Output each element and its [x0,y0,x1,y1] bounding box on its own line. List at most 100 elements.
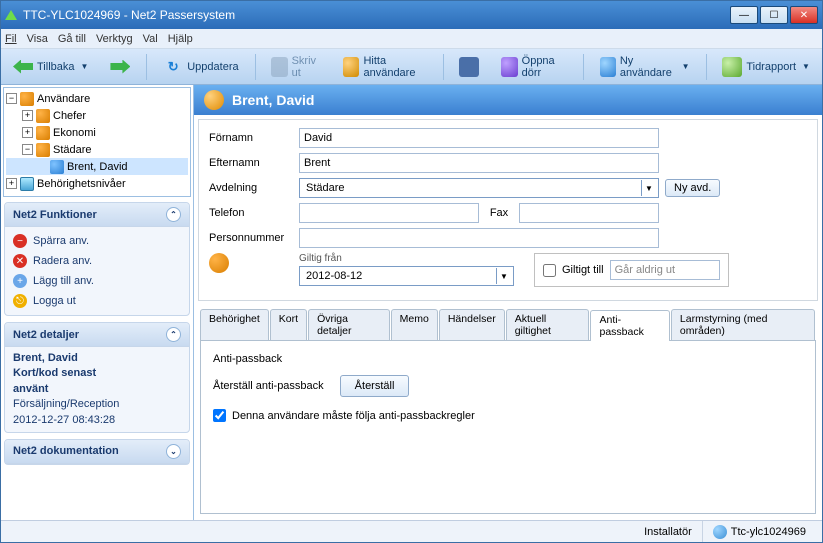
tab-memo[interactable]: Memo [391,309,438,340]
tab-alarm[interactable]: Larmstyrning (med områden) [671,309,815,340]
expand-icon[interactable]: + [6,178,17,189]
menu-tools[interactable]: Verktyg [96,33,133,45]
apb-reset-button[interactable]: Återställ [340,375,410,397]
print-button[interactable]: Skriv ut [265,53,327,81]
validfrom-select[interactable]: 2012-08-12 ▼ [299,266,514,286]
levels-icon [20,177,34,191]
tab-cards[interactable]: Kort [270,309,307,340]
app-icon [5,10,17,20]
collapse-icon[interactable]: − [22,144,33,155]
tree-node-ekonomi[interactable]: + Ekonomi [6,124,188,141]
menu-view[interactable]: Visa [27,33,48,45]
tab-events[interactable]: Händelser [439,309,505,340]
apb-follow-rules-label: Denna användare måste följa anti-passbac… [232,410,475,422]
tab-validity[interactable]: Aktuell giltighet [506,309,590,340]
tab-page-antipassback: Anti-passback Återställ anti-passback Åt… [200,340,816,514]
tree-node-stadare[interactable]: − Städare [6,141,188,158]
opendoor-label: Öppna dörr [522,55,567,79]
apb-heading: Anti-passback [213,353,803,365]
tree-label: Ekonomi [53,127,96,139]
side-title: Net2 Funktioner [13,209,97,221]
tab-antipassback[interactable]: Anti-passback [590,310,669,341]
apb-follow-rules-checkbox[interactable] [213,409,226,422]
back-arrow-icon [13,60,33,74]
validto-checkbox[interactable] [543,264,556,277]
delete-user-action[interactable]: ✕ Radera anv. [13,251,181,271]
expand-icon[interactable]: + [22,127,33,138]
user-form: Förnamn Efternamn Avdelning Städare ▼ Ny… [198,119,818,301]
status-machine: Ttc-ylc1024969 [703,521,816,542]
menu-file[interactable]: Fil [5,33,17,45]
timesheet-button[interactable]: Tidrapport ▼ [716,55,816,79]
validfrom-value: 2012-08-12 [306,270,362,282]
window-title: TTC-YLC1024969 - Net2 Passersystem [23,8,728,22]
menubar: Fil Visa Gå till Verktyg Val Hjälp [1,29,822,49]
refresh-button[interactable]: ↻ Uppdatera [157,55,244,79]
add-user-action[interactable]: +Lägg till anv. [13,271,181,291]
side-functions-header[interactable]: Net2 Funktioner ⌃ [5,203,189,227]
save-button[interactable] [453,55,485,79]
menu-goto[interactable]: Gå till [58,33,86,45]
refresh-icon: ↻ [163,57,183,77]
logout-icon: ⎋ [13,294,27,308]
nav-tree[interactable]: − Användare + Chefer + Ekonomi − [3,87,191,197]
empno-input[interactable] [299,228,659,248]
tab-other[interactable]: Övriga detaljer [308,309,390,340]
phone-input[interactable] [299,203,479,223]
chevron-up-icon[interactable]: ⌃ [166,327,181,342]
firstname-input[interactable] [299,128,659,148]
apb-reset-label: Återställ anti-passback [213,380,324,392]
status-role: Installatör [634,521,703,542]
firstname-label: Förnamn [209,132,299,144]
validfrom-label: Giltig från [299,253,514,264]
group-icon [36,109,50,123]
open-door-button[interactable]: Öppna dörr [495,53,572,81]
tab-access[interactable]: Behörighet [200,309,269,340]
new-dept-button[interactable]: Ny avd. [665,179,720,197]
user-photo-placeholder[interactable] [209,253,229,273]
menu-help[interactable]: Hjälp [168,33,193,45]
chevron-down-icon[interactable]: ⌄ [166,444,181,459]
detail-sub: använt [13,382,181,397]
surname-input[interactable] [299,153,659,173]
tree-node-chefer[interactable]: + Chefer [6,107,188,124]
collapse-icon[interactable]: − [6,93,17,104]
timesheet-label: Tidrapport [746,61,796,73]
tree-label: Brent, David [67,161,128,173]
new-user-button[interactable]: Ny användare ▼ [594,53,696,81]
surname-label: Efternamn [209,157,299,169]
forward-button[interactable] [104,58,136,76]
status-bar: Installatör Ttc-ylc1024969 [1,520,822,542]
main-content: Brent, David Förnamn Efternamn Avdelning… [194,85,822,520]
action-label: Radera anv. [33,255,92,267]
dept-select[interactable]: Städare ▼ [299,178,659,198]
side-details-header[interactable]: Net2 detaljer ⌃ [5,323,189,347]
tree-users-label: Användare [37,93,90,105]
menu-options[interactable]: Val [143,33,158,45]
action-label: Lägg till anv. [33,275,94,287]
tree-user-brent[interactable]: Brent, David [6,158,188,175]
printer-icon [271,57,287,77]
back-button[interactable]: Tillbaka ▼ [7,58,94,76]
computer-icon [713,525,727,539]
tree-users[interactable]: − Användare [6,90,188,107]
status-machine-label: Ttc-ylc1024969 [731,526,806,538]
block-user-action[interactable]: −Spärra anv. [13,231,181,251]
find-user-button[interactable]: Hitta användare [337,53,432,81]
chevron-down-icon: ▼ [682,62,690,71]
logout-action[interactable]: ⎋Logga ut [13,291,181,311]
dept-value: Städare [306,182,345,194]
detail-time: 2012-12-27 08:43:28 [13,413,181,428]
chevron-up-icon[interactable]: ⌃ [166,207,181,222]
maximize-button[interactable]: ☐ [760,6,788,24]
empno-label: Personnummer [209,232,299,244]
close-button[interactable]: ✕ [790,6,818,24]
side-docs-header[interactable]: Net2 dokumentation ⌄ [5,440,189,464]
expand-icon[interactable]: + [22,110,33,121]
delete-icon: ✕ [13,254,27,268]
fax-input[interactable] [519,203,659,223]
tree-access-levels[interactable]: + Behörighetsnivåer [6,175,188,192]
side-title: Net2 detaljer [13,329,79,341]
minimize-button[interactable]: — [730,6,758,24]
validto-input[interactable] [610,260,720,280]
